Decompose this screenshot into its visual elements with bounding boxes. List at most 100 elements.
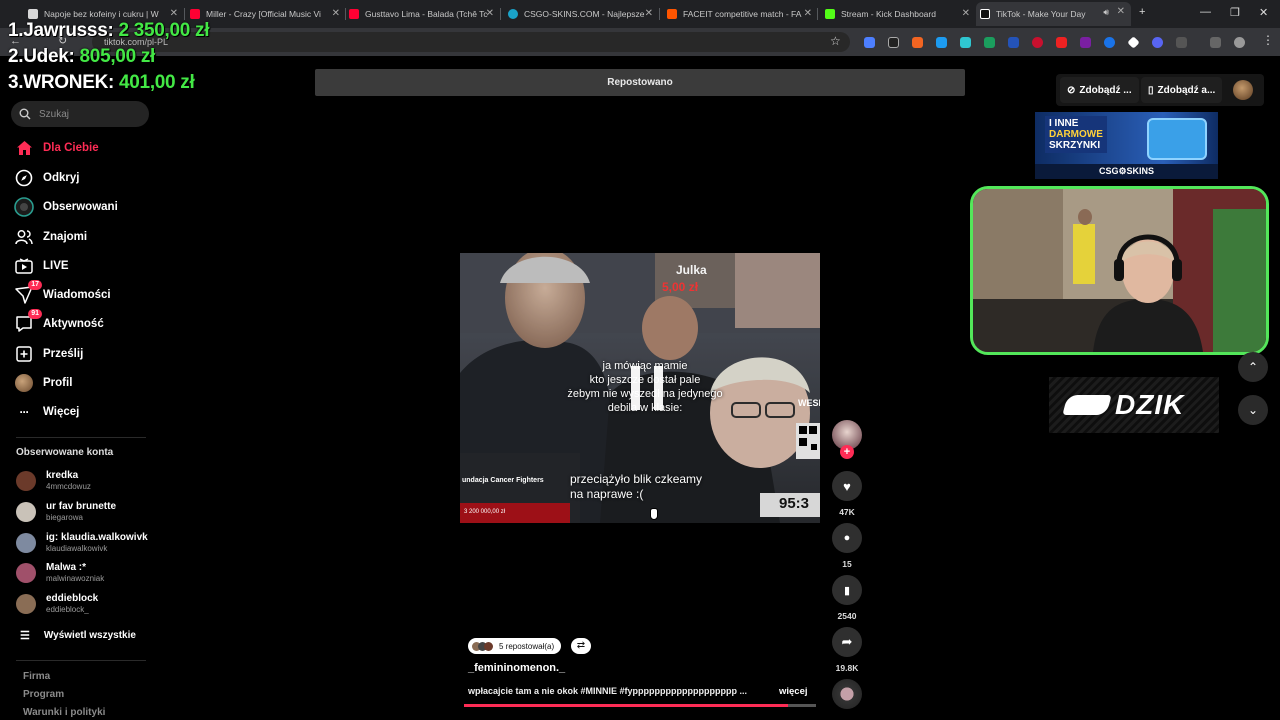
extension-icon[interactable] [1104,37,1115,48]
nav-friends[interactable]: Znajomi [14,225,87,249]
nav-more[interactable]: ··· Więcej [14,400,80,424]
nav-for-you[interactable]: Dla Ciebie [14,136,99,160]
extension-icon[interactable] [864,37,875,48]
avatar [16,502,36,522]
overlay-name: Julka [676,263,707,277]
footer-link[interactable]: Firma [23,671,50,682]
minimize-icon[interactable]: — [1200,6,1211,18]
new-tab-button[interactable]: + [1139,6,1145,18]
extension-icon[interactable] [984,37,995,48]
extension-icon[interactable] [1008,37,1019,48]
audio-icon[interactable]: 🔊︎ [1103,7,1109,18]
extension-icon[interactable] [1032,37,1043,48]
comment-button[interactable]: ● [832,523,862,553]
close-tab-icon[interactable]: ✕ [1117,6,1125,17]
show-all-button[interactable]: ☰ Wyświetl wszystkie [20,629,136,642]
close-tab-icon[interactable]: ✕ [332,8,340,19]
reposted-banner: Repostowano [315,69,965,96]
profile-avatar[interactable] [1234,37,1245,48]
following-account[interactable]: kredka 4mmcdowuz [16,467,91,495]
user-avatar[interactable] [1233,80,1253,100]
compass-icon [14,169,34,187]
previous-video-button[interactable]: ⌃ [1238,352,1268,382]
bookmark-star-icon[interactable]: ☆ [830,34,841,48]
close-window-icon[interactable]: ✕ [1259,6,1268,19]
extension-icon[interactable] [1056,37,1067,48]
video-author[interactable]: _femininomenon._ [468,662,565,674]
gift-box-icon [1147,118,1207,160]
extension-icon[interactable] [912,37,923,48]
nav-live[interactable]: LIVE [14,254,69,278]
maximize-icon[interactable]: ❐ [1230,6,1240,19]
close-tab-icon[interactable]: ✕ [170,8,178,19]
tab-favicon [508,9,518,19]
browser-menu-icon[interactable]: ⋮ [1262,33,1274,47]
extensions-puzzle-icon[interactable] [1176,37,1187,48]
search-input[interactable]: Szukaj [11,101,149,127]
nav-following[interactable]: Obserwowani [14,195,118,219]
close-tab-icon[interactable]: ✕ [804,8,812,19]
nav-explore[interactable]: Odkryj [14,166,79,190]
follow-plus-icon[interactable]: + [840,445,854,459]
repost-icon[interactable]: ⇄ [571,638,591,654]
nav-profile[interactable]: Profil [14,371,72,395]
ad-headline: I INNE DARMOWE SKRZYNKI [1045,116,1107,153]
like-button[interactable]: ♥ [832,471,862,501]
share-button[interactable]: ➦ [832,627,862,657]
messages-icon: 17 [14,280,42,304]
avatar [16,594,36,614]
pause-icon [631,366,640,410]
media-control-icon[interactable] [1210,37,1221,48]
activity-icon: 91 [14,309,42,333]
pause-button[interactable] [609,342,685,434]
csgo-skins-ad[interactable]: I INNE DARMOWE SKRZYNKI CSG⚙SKINS [1035,112,1218,179]
browser-tab[interactable]: FACEIT competitive match - FA ✕ [667,4,812,24]
avatar [16,563,36,583]
next-video-button[interactable]: ⌄ [1238,395,1268,425]
get-app-button[interactable]: ▯ Zdobądź a... [1141,77,1223,103]
live-icon [14,257,34,275]
extension-icon[interactable] [1152,37,1163,48]
tab-favicon [28,9,38,19]
close-tab-icon[interactable]: ✕ [645,8,653,19]
video-progress-bar[interactable] [464,704,816,707]
browser-tab[interactable]: Gusttavo Lima - Balada (Tchê Tc ✕ [349,4,494,24]
following-account[interactable]: ig: klaudia.walkowivk klaudiawalkowivk [16,529,148,557]
overlay-amount: 5,00 zł [662,280,699,294]
chevron-down-icon: ⌄ [1247,403,1259,417]
following-account[interactable]: Malwa :* malwinawozniak [16,559,104,587]
following-accounts-header: Obserwowane konta [16,447,114,458]
extension-icon[interactable] [960,37,971,48]
comment-icon: ● [843,532,851,544]
browser-tab[interactable]: Miller - Crazy [Official Music Vi ✕ [190,4,340,24]
sound-disc[interactable] [832,679,862,709]
tab-separator [184,8,185,20]
extension-icon[interactable] [936,37,947,48]
share-count: 19.8K [835,663,859,673]
extension-icon[interactable] [888,37,899,48]
browser-tab[interactable]: Stream - Kick Dashboard ✕ [825,4,970,24]
extension-icon[interactable] [1080,37,1091,48]
list-icon: ☰ [20,630,30,642]
nav-activity[interactable]: 91 Aktywność [14,309,104,336]
leaderboard-entry: 1.Jawrusss: 2 350,00 zł [8,20,210,41]
nav-upload[interactable]: Prześlij [14,342,83,366]
author-avatar[interactable]: + [832,420,862,459]
browser-tab[interactable]: CSGO-SKINS.COM - Najlepsze ✕ [508,4,653,24]
reposted-by-pill[interactable]: 5 repostował(a) [468,638,562,654]
get-coins-button[interactable]: ⊘ Zdobądź ... [1060,77,1139,103]
leaderboard-entry: 3.WRONEK: 401,00 zł [8,72,195,93]
leaderboard-entry: 2.Udek: 805,00 zł [8,46,156,67]
browser-tab-active[interactable]: TikTok - Make Your Day 🔊︎ ✕ [976,2,1131,26]
close-tab-icon[interactable]: ✕ [486,8,494,19]
more-link[interactable]: więcej [779,686,808,697]
footer-link[interactable]: Warunki i polityki [23,707,105,718]
coin-icon: ⊘ [1067,84,1076,96]
footer-link[interactable]: Program [23,689,64,700]
following-account[interactable]: ur fav brunette biegarowa [16,498,116,526]
close-tab-icon[interactable]: ✕ [962,8,970,19]
nav-messages[interactable]: 17 Wiadomości [14,280,111,307]
following-account[interactable]: eddieblock eddieblock_ [16,590,98,618]
save-button[interactable]: ▮ [832,575,862,605]
extension-icon[interactable] [1127,36,1140,49]
